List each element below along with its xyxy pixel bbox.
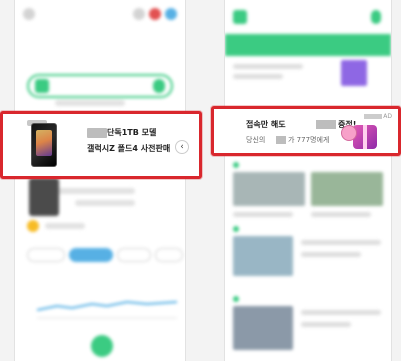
redaction-mask xyxy=(364,114,382,119)
right-phone-screen xyxy=(224,0,392,361)
menu-icon xyxy=(23,8,35,20)
left-search-bar xyxy=(27,74,173,98)
blurred-product-image xyxy=(29,178,59,216)
blurred-line xyxy=(301,310,381,315)
blurred-photo xyxy=(233,236,293,276)
profile-avatar xyxy=(165,8,177,20)
blurred-photo xyxy=(311,172,383,206)
bell-icon xyxy=(133,8,145,20)
ad-headline: 단독1TB 모델 xyxy=(107,128,157,137)
ad-badge: AD xyxy=(383,113,392,120)
left-ad-content: 단독1TB 모델 갤럭시Z 폴드4 사전판매 ‹ xyxy=(3,114,199,176)
gift-box-icon xyxy=(341,121,381,151)
blurred-line xyxy=(233,74,283,79)
mic-icon xyxy=(153,79,165,93)
blurred-pill-active xyxy=(69,248,113,262)
section-dot xyxy=(233,296,239,302)
mic-icon xyxy=(371,10,381,24)
right-ad-banner[interactable]: 접속만 해도 증정! 당신의 가 777명에게 AD xyxy=(211,106,401,156)
redaction-mask xyxy=(276,136,286,144)
blurred-line xyxy=(311,212,371,217)
redaction-mask xyxy=(316,120,336,129)
blurred-line xyxy=(45,223,85,229)
blurred-photo xyxy=(233,172,305,206)
blurred-pill xyxy=(27,248,65,262)
notification-icon xyxy=(149,8,161,20)
blurred-line xyxy=(301,252,361,257)
home-button xyxy=(91,335,113,357)
blurred-line xyxy=(233,212,293,217)
naver-logo-icon xyxy=(233,10,247,24)
character-icon xyxy=(341,125,357,141)
gift-ribbon xyxy=(363,125,367,149)
left-phone-blurred-content xyxy=(15,0,185,361)
chevron-left-icon[interactable]: ‹ xyxy=(175,140,189,154)
section-dot xyxy=(233,226,239,232)
ad-subline-part1: 당신의 xyxy=(246,136,266,144)
right-ad-content: 접속만 해도 증정! 당신의 가 777명에게 AD xyxy=(214,109,398,153)
weather-icon xyxy=(27,220,39,232)
blurred-tile xyxy=(341,60,367,86)
blurred-pill xyxy=(155,248,183,262)
right-header xyxy=(225,0,391,34)
redaction-mask xyxy=(87,128,107,138)
left-ad-banner[interactable]: 단독1TB 모델 갤럭시Z 폴드4 사전판매 ‹ xyxy=(0,111,202,179)
ad-subline: 갤럭시Z 폴드4 사전판매 xyxy=(87,144,171,153)
right-phone-blurred-content xyxy=(225,0,391,361)
ad-headline-part1: 접속만 해도 xyxy=(246,120,286,129)
blurred-chart xyxy=(37,300,177,319)
blurred-line xyxy=(55,100,125,106)
galaxy-fold-phone-image xyxy=(31,123,57,167)
section-dot xyxy=(233,162,239,168)
blurred-photo xyxy=(233,306,293,350)
blurred-line xyxy=(233,64,303,69)
ad-subline-part2: 가 777명에게 xyxy=(288,136,330,144)
blurred-line xyxy=(75,200,135,206)
blurred-pill xyxy=(117,248,151,262)
left-phone-screen xyxy=(14,0,186,361)
left-top-bar xyxy=(23,8,177,22)
blurred-line xyxy=(301,322,351,327)
blurred-line xyxy=(301,240,381,245)
green-nav-bar xyxy=(225,34,391,56)
naver-logo-icon xyxy=(35,79,49,93)
